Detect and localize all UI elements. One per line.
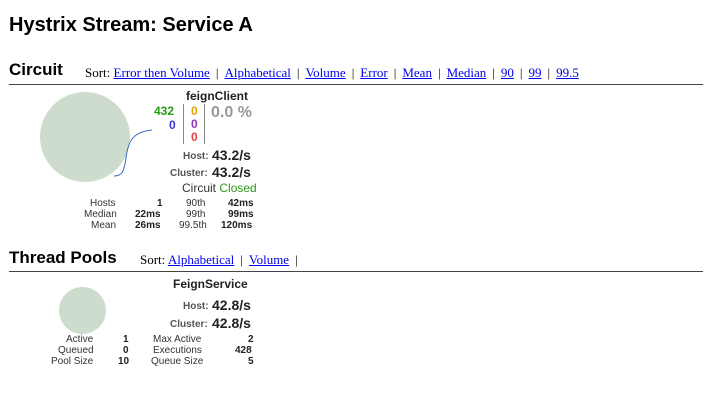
cluster-rate: 43.2/s: [212, 164, 251, 180]
threadpool-name: FeignService: [173, 277, 248, 291]
circuit-status-line: Circuit Closed: [182, 181, 257, 195]
separator: |: [240, 252, 243, 267]
queued-value: 0: [123, 345, 129, 356]
separator: |: [296, 65, 300, 80]
separator: |: [519, 65, 523, 80]
circuit-sort-bar: Sort: Error then Volume | Alphabetical | Vol…: [85, 65, 579, 81]
rate-sparkline: [113, 129, 153, 177]
p90-value: 42ms: [228, 198, 254, 209]
threadpools-sort-label: Sort:: [140, 252, 166, 267]
queue-size-label: Queue Size: [151, 356, 204, 367]
pool-size-label: Pool Size: [51, 356, 94, 367]
pool-cluster-label: Cluster:: [170, 319, 208, 330]
separator: |: [492, 65, 495, 80]
p99-label: 99th: [186, 209, 206, 220]
pool-cluster-rate: 42.8/s: [212, 315, 251, 331]
cluster-label: Cluster:: [170, 168, 208, 179]
circuit-name: feignClient: [186, 89, 248, 103]
threadpools-sort-bar: Sort: Alphabetical | Volume |: [140, 252, 304, 268]
rejected-count: 0: [191, 117, 198, 131]
circuit-heading: Circuit: [9, 60, 63, 79]
hosts-label: Hosts: [90, 198, 116, 209]
pool-host-label: Host:: [183, 301, 209, 312]
queue-size-value: 5: [248, 356, 254, 367]
mean-value: 26ms: [135, 220, 161, 231]
sort-median-link[interactable]: Median: [447, 65, 487, 80]
max-active-label: Max Active: [153, 334, 202, 345]
pool-host-rate: 42.8/s: [212, 297, 251, 313]
separator: [183, 104, 184, 144]
p90-label: 90th: [186, 198, 206, 209]
timeout-count: 0: [191, 104, 198, 118]
sort-volume-link[interactable]: Volume: [305, 65, 345, 80]
sort-mean-link[interactable]: Mean: [402, 65, 432, 80]
sort-90-link[interactable]: 90: [501, 65, 514, 80]
circuit-status: Closed: [219, 181, 257, 195]
error-percentage: 0.0 %: [211, 104, 252, 121]
separator: |: [393, 65, 397, 80]
success-count: 432: [154, 104, 175, 118]
executions-value: 428: [235, 345, 252, 356]
sort-99-link[interactable]: 99: [529, 65, 542, 80]
queued-label: Queued: [58, 345, 94, 356]
circuit-divider: [9, 84, 703, 85]
separator: |: [437, 65, 441, 80]
sort-error-then-volume-link[interactable]: Error then Volume: [114, 65, 210, 80]
pool-size-value: 10: [118, 356, 130, 367]
separator: |: [547, 65, 551, 80]
circuit-sort-label: Sort:: [85, 65, 111, 80]
active-value: 1: [123, 334, 129, 345]
hosts-value: 1: [157, 198, 163, 209]
sort-error-link[interactable]: Error: [360, 65, 387, 80]
threadpool-health-circle: [59, 287, 106, 334]
p99-value: 99ms: [228, 209, 254, 220]
threadpools-heading: Thread Pools: [9, 248, 117, 267]
max-active-value: 2: [248, 334, 254, 345]
active-label: Active: [66, 334, 94, 345]
host-label: Host:: [183, 151, 209, 162]
failure-count: 0: [191, 130, 198, 144]
median-value: 22ms: [135, 209, 161, 220]
mean-label: Mean: [91, 220, 117, 231]
p99-5-label: 99.5th: [179, 220, 207, 231]
sort-alphabetical-link[interactable]: Alphabetical: [224, 65, 290, 80]
p99-5-value: 120ms: [221, 220, 253, 231]
pool-sort-alphabetical-link[interactable]: Alphabetical: [168, 252, 234, 267]
separator: [204, 104, 205, 144]
host-rate: 43.2/s: [212, 147, 251, 163]
threadpools-divider: [9, 271, 703, 272]
executions-label: Executions: [153, 345, 202, 356]
median-label: Median: [84, 209, 117, 220]
page-title: Hystrix Stream: Service A: [9, 14, 253, 36]
separator: |: [295, 252, 298, 267]
short-circuited-count: 0: [169, 118, 176, 132]
separator: |: [351, 65, 355, 80]
circuit-label: Circuit: [182, 181, 217, 195]
separator: |: [215, 65, 219, 80]
sort-99-5-link[interactable]: 99.5: [556, 65, 579, 80]
pool-sort-volume-link[interactable]: Volume: [249, 252, 289, 267]
